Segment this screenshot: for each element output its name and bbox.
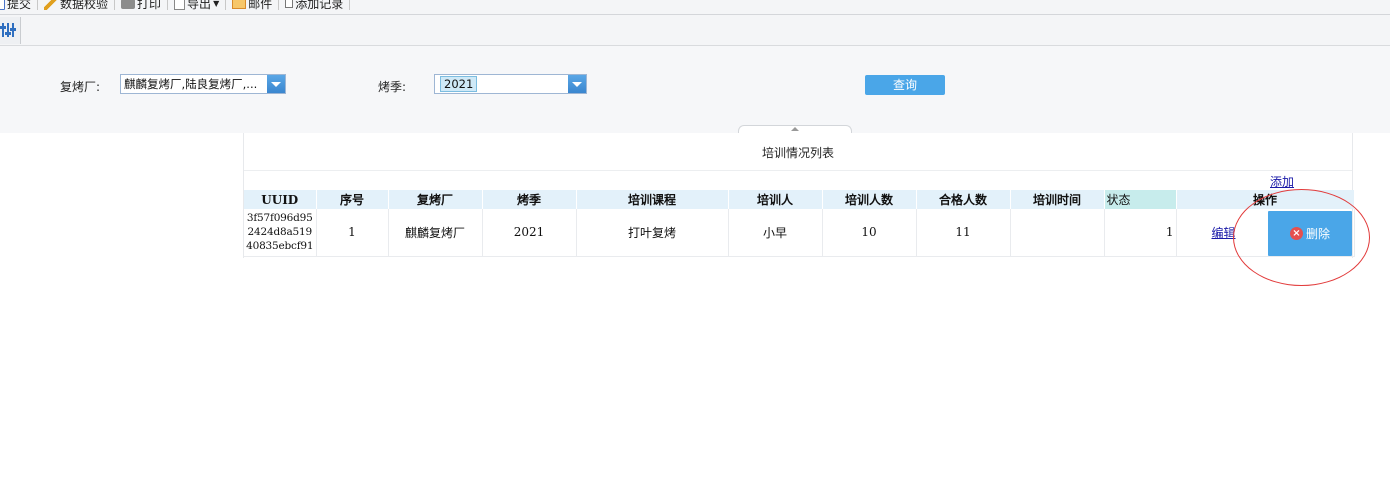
column-header[interactable]: 培训时间 xyxy=(1010,190,1105,209)
edit-link[interactable]: 编辑 xyxy=(1212,226,1236,240)
cell-trainer: 小早 xyxy=(728,209,823,257)
delete-label: 删除 xyxy=(1305,227,1330,241)
collapse-toggle[interactable] xyxy=(738,125,852,133)
toolbar-divider xyxy=(278,0,280,10)
cell-index: 1 xyxy=(316,209,389,257)
export-button[interactable]: 导出 ▼ xyxy=(174,0,225,14)
column-header[interactable]: 培训课程 xyxy=(576,190,729,209)
column-header[interactable]: 培训人数 xyxy=(822,190,917,209)
chevron-down-icon[interactable] xyxy=(568,75,586,93)
grid-panel: 培训情况列表 添加 UUID 序号 复烤厂 烤季 培训课程 培训人 培训人数 合… xyxy=(243,133,1355,258)
mail-icon xyxy=(232,0,247,9)
filter-toggle-button[interactable] xyxy=(0,17,21,44)
column-header[interactable]: UUID xyxy=(244,190,317,209)
toolbar-divider xyxy=(114,0,116,10)
toolbar: 提交 数据校验 打印 导出 ▼ 邮件 添加记录 xyxy=(0,0,1390,15)
cell-time xyxy=(1010,209,1105,257)
delete-x-icon: × xyxy=(1289,227,1303,240)
export-label: 导出 xyxy=(187,0,212,11)
delete-button[interactable]: × 删除 xyxy=(1268,211,1352,256)
query-panel: 复烤厂: 麒麟复烤厂,陆良复烤厂,... 烤季: 2021 查询 xyxy=(0,46,1390,133)
grid-title: 培训情况列表 xyxy=(244,133,1352,171)
season-label: 烤季: xyxy=(378,80,407,94)
column-header[interactable]: 合格人数 xyxy=(916,190,1011,209)
plant-select[interactable]: 麒麟复烤厂,陆良复烤厂,... xyxy=(120,74,286,94)
slider-knob xyxy=(0,26,6,29)
toolbar-divider xyxy=(167,0,169,10)
column-header[interactable]: 烤季 xyxy=(482,190,577,209)
table-header-row: UUID 序号 复烤厂 烤季 培训课程 培训人 培训人数 合格人数 培训时间 状… xyxy=(244,190,1355,209)
add-record-icon xyxy=(285,0,294,8)
season-select-value: 2021 xyxy=(435,76,568,92)
slider-knob xyxy=(5,32,11,35)
cell-status: 1 xyxy=(1104,209,1177,257)
print-button[interactable]: 打印 xyxy=(121,0,167,14)
add-link[interactable]: 添加 xyxy=(1270,173,1294,190)
toolbar-divider xyxy=(225,0,227,10)
export-icon xyxy=(174,0,186,10)
table-row[interactable]: 3f57f096d952424d8a51940835ebcf91 1 麒麟复烤厂… xyxy=(244,209,1355,257)
season-select[interactable]: 2021 xyxy=(434,74,587,94)
column-header[interactable]: 操作 xyxy=(1176,190,1355,209)
training-table: UUID 序号 复烤厂 烤季 培训课程 培训人 培训人数 合格人数 培训时间 状… xyxy=(244,190,1355,257)
filter-strip xyxy=(0,15,1390,46)
add-record-label: 添加记录 xyxy=(295,0,344,11)
print-label: 打印 xyxy=(137,0,162,11)
cell-uuid: 3f57f096d952424d8a51940835ebcf91 xyxy=(244,209,317,257)
column-header[interactable]: 复烤厂 xyxy=(388,190,483,209)
plant-label: 复烤厂: xyxy=(60,80,101,94)
chevron-down-icon[interactable] xyxy=(267,75,285,93)
plant-select-value: 麒麟复烤厂,陆良复烤厂,... xyxy=(124,77,258,91)
season-chip: 2021 xyxy=(440,76,478,92)
query-button[interactable]: 查询 xyxy=(865,75,945,95)
cell-season: 2021 xyxy=(482,209,577,257)
data-check-label: 数据校验 xyxy=(60,0,109,11)
cell-trainees: 10 xyxy=(822,209,917,257)
column-header[interactable]: 状态 xyxy=(1104,190,1177,209)
submit-icon xyxy=(0,0,5,10)
submit-button[interactable]: 提交 xyxy=(0,0,37,14)
pencil-icon xyxy=(44,0,59,10)
add-record-button[interactable]: 添加记录 xyxy=(285,0,349,14)
toolbar-divider xyxy=(37,0,39,10)
data-check-button[interactable]: 数据校验 xyxy=(44,0,114,14)
column-header[interactable]: 培训人 xyxy=(728,190,823,209)
mail-label: 邮件 xyxy=(248,0,273,11)
submit-label: 提交 xyxy=(7,0,32,11)
chevron-down-icon: ▼ xyxy=(213,0,220,8)
cell-plant: 麒麟复烤厂 xyxy=(388,209,483,257)
cell-qualified: 11 xyxy=(916,209,1011,257)
mail-button[interactable]: 邮件 xyxy=(232,0,278,14)
column-header[interactable]: 序号 xyxy=(316,190,389,209)
printer-icon xyxy=(121,0,136,9)
slider-knob xyxy=(10,28,16,31)
cell-course: 打叶复烤 xyxy=(576,209,729,257)
toolbar-divider xyxy=(349,0,351,10)
